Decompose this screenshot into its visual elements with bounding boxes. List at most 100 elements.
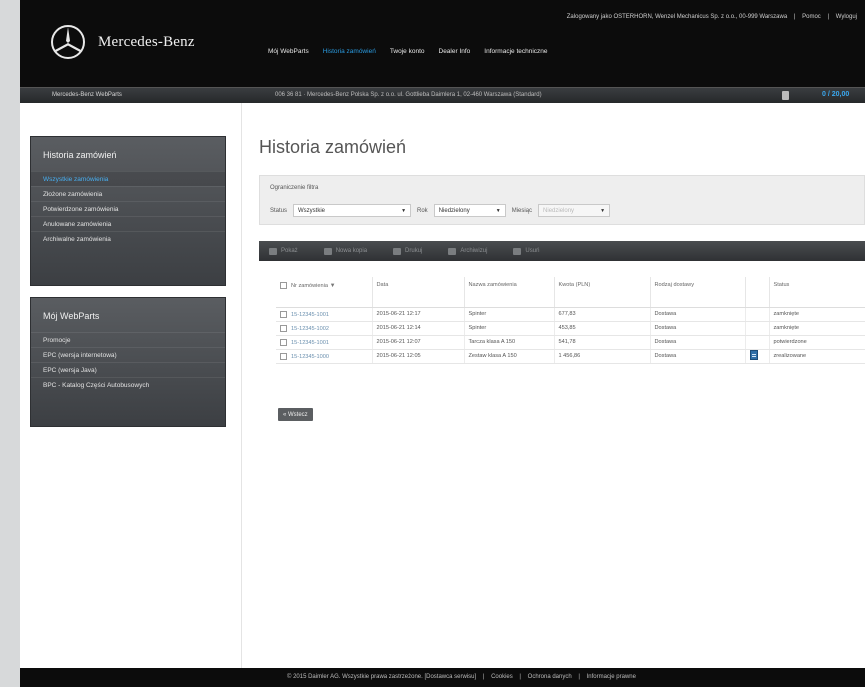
sidebar-item-confirmed-orders[interactable]: Potwierdzone zamówienia bbox=[31, 201, 225, 216]
col-status[interactable]: Status bbox=[768, 277, 865, 308]
chevron-down-icon: ▼ bbox=[495, 207, 501, 214]
order-number-link[interactable]: 15-12345-1001 bbox=[291, 311, 329, 317]
logo[interactable]: Mercedes-Benz bbox=[50, 24, 195, 60]
cart-summary[interactable]: 0 / 20,00 bbox=[822, 91, 849, 98]
archive-icon bbox=[448, 247, 457, 255]
col-delivery[interactable]: Rodzaj dostawy bbox=[649, 277, 745, 308]
order-number-link[interactable]: 15-12345-1002 bbox=[291, 325, 329, 331]
order-amount: 453,85 bbox=[553, 321, 650, 336]
orders-table: Nr zamówienia ▼ Data Nazwa zamówienia Kw… bbox=[276, 277, 865, 364]
row-checkbox[interactable] bbox=[280, 324, 287, 332]
order-number-link[interactable]: 15-12345-1000 bbox=[291, 353, 329, 359]
document-icon[interactable] bbox=[749, 350, 758, 360]
sidebar-item-epc-web[interactable]: EPC (wersja internetowa) bbox=[31, 347, 225, 362]
chevron-down-icon: ▼ bbox=[401, 207, 407, 214]
month-select[interactable]: Niedzielony ▼ bbox=[538, 204, 611, 217]
order-status: zrealizowane bbox=[768, 349, 865, 364]
order-document bbox=[744, 307, 769, 322]
back-button[interactable]: « Wstecz bbox=[278, 408, 313, 421]
footer-link-cookies[interactable]: Cookies bbox=[491, 674, 513, 680]
action-toolbar: Pokaż Nowa kopia Drukuj Archiwizuj Usuń bbox=[259, 241, 865, 261]
subbar-title: Mercedes-Benz WebParts bbox=[52, 92, 122, 98]
order-name: Zestaw klasa A 150 bbox=[463, 349, 554, 364]
trash-icon[interactable] bbox=[782, 91, 789, 100]
sidebar-title: Mój WebParts bbox=[43, 311, 100, 321]
sidebar-item-archived-orders[interactable]: Archiwalne zamówienia bbox=[31, 231, 225, 246]
order-name: Spinter bbox=[463, 307, 554, 322]
archive-button[interactable]: Archiwizuj bbox=[448, 247, 487, 255]
filter-row: Status Wszystkie ▼ Rok Niedzielony ▼ Miesi… bbox=[270, 204, 611, 217]
sidebar-item-placed-orders[interactable]: Złożone zamówienia bbox=[31, 186, 225, 201]
table-row[interactable]: 15-12345-1000 2015-06-21 12:05 Zestaw kl… bbox=[276, 349, 865, 364]
col-amount[interactable]: Kwota (PLN) bbox=[553, 277, 650, 308]
year-select[interactable]: Niedzielony ▼ bbox=[433, 204, 506, 217]
status-label: Status bbox=[270, 207, 288, 214]
nav-technical-info[interactable]: Informacje techniczne bbox=[484, 48, 547, 55]
nav-account[interactable]: Twoje konto bbox=[390, 48, 425, 55]
brand-name: Mercedes-Benz bbox=[98, 33, 195, 50]
order-delivery: Dostawa bbox=[649, 335, 745, 350]
footer-link-privacy[interactable]: Ochrona danych bbox=[528, 674, 572, 680]
table-header-row: Nr zamówienia ▼ Data Nazwa zamówienia Kw… bbox=[276, 277, 865, 308]
order-date: 2015-06-21 12:05 bbox=[371, 349, 464, 364]
header: Mercedes-Benz Zalogowany jako OSTERHORN,… bbox=[20, 0, 865, 87]
sidebar-item-cancelled-orders[interactable]: Anulowane zamówienia bbox=[31, 216, 225, 231]
order-status: zamknięte bbox=[768, 307, 865, 322]
filter-panel: Ograniczenie filtra Status Wszystkie ▼ Ro… bbox=[259, 175, 865, 225]
order-delivery: Dostawa bbox=[649, 321, 745, 336]
row-checkbox[interactable] bbox=[280, 338, 287, 346]
help-link[interactable]: Pomoc bbox=[802, 14, 821, 20]
show-button[interactable]: Pokaż bbox=[269, 247, 298, 255]
order-document bbox=[744, 335, 769, 350]
sidebar-my-webparts: Mój WebParts Promocje EPC (wersja intern… bbox=[30, 297, 226, 427]
mercedes-star-icon bbox=[51, 25, 85, 59]
status-select[interactable]: Wszystkie ▼ bbox=[293, 204, 412, 217]
table-row[interactable]: 15-12345-1002 2015-06-21 12:14 Spinter 4… bbox=[276, 321, 865, 336]
sidebar-item-all-orders[interactable]: Wszystkie zamówienia bbox=[31, 171, 225, 186]
month-label: Miesiąc bbox=[511, 207, 533, 214]
nav-my-webparts[interactable]: Mój WebParts bbox=[268, 48, 309, 55]
table-row[interactable]: 15-12345-1001 2015-06-21 12:07 Tarcza kl… bbox=[276, 335, 865, 350]
order-amount: 1 456,86 bbox=[553, 349, 650, 364]
sidebar-order-history: Historia zamówień Wszystkie zamówienia Z… bbox=[30, 136, 226, 286]
sub-bar: Mercedes-Benz WebParts 006 36 81 · Merce… bbox=[20, 87, 865, 103]
delete-button[interactable]: Usuń bbox=[513, 247, 539, 255]
chevron-down-icon: ▼ bbox=[600, 207, 606, 214]
user-bar: Zalogowany jako OSTERHORN, Wenzel Mechan… bbox=[566, 14, 857, 20]
row-checkbox[interactable] bbox=[280, 352, 287, 360]
order-name: Spinter bbox=[463, 321, 554, 336]
folder-icon bbox=[269, 247, 277, 255]
sidebar-item-epc-java[interactable]: EPC (wersja Java) bbox=[31, 362, 225, 377]
order-amount: 541,78 bbox=[553, 335, 650, 350]
order-delivery: Dostawa bbox=[649, 349, 745, 364]
nav-order-history[interactable]: Historia zamówień bbox=[323, 48, 376, 55]
row-checkbox[interactable] bbox=[280, 310, 287, 318]
sidebar-item-bpc[interactable]: BPC - Katalog Części Autobusowych bbox=[31, 377, 225, 392]
col-order-number[interactable]: Nr zamówienia ▼ bbox=[276, 277, 372, 308]
sidebar-title: Historia zamówień bbox=[43, 150, 117, 160]
main-nav: Mój WebParts Historia zamówień Twoje kon… bbox=[268, 48, 548, 55]
sidebar-item-promotions[interactable]: Promocje bbox=[31, 332, 225, 347]
footer-links: © 2015 Daimler AG. Wszystkie prawa zastr… bbox=[287, 674, 636, 680]
order-number-link[interactable]: 15-12345-1001 bbox=[291, 339, 329, 345]
copy-button[interactable]: Nowa kopia bbox=[323, 247, 367, 255]
print-button[interactable]: Drukuj bbox=[393, 247, 422, 255]
order-amount: 677,83 bbox=[553, 307, 650, 322]
footer-link-legal[interactable]: Informacje prawne bbox=[587, 674, 636, 680]
order-status: potwierdzone bbox=[768, 335, 865, 350]
copy-icon bbox=[323, 247, 332, 255]
nav-dealer-info[interactable]: Dealer Info bbox=[439, 48, 471, 55]
table-row[interactable]: 15-12345-1001 2015-06-21 12:17 Spinter 6… bbox=[276, 307, 865, 322]
year-label: Rok bbox=[417, 207, 428, 214]
col-date[interactable]: Data bbox=[371, 277, 464, 308]
page-frame: Mercedes-Benz Zalogowany jako OSTERHORN,… bbox=[20, 0, 865, 687]
order-delivery: Dostawa bbox=[649, 307, 745, 322]
col-order-name[interactable]: Nazwa zamówienia bbox=[463, 277, 554, 308]
select-all-checkbox[interactable] bbox=[280, 282, 287, 289]
copyright-text: © 2015 Daimler AG. Wszystkie prawa zastr… bbox=[287, 674, 477, 680]
logout-link[interactable]: Wyloguj bbox=[836, 14, 857, 20]
footer: © 2015 Daimler AG. Wszystkie prawa zastr… bbox=[20, 668, 865, 687]
sort-icon[interactable]: ▼ bbox=[330, 283, 336, 289]
order-document bbox=[744, 321, 769, 336]
filter-title: Ograniczenie filtra bbox=[270, 185, 319, 191]
